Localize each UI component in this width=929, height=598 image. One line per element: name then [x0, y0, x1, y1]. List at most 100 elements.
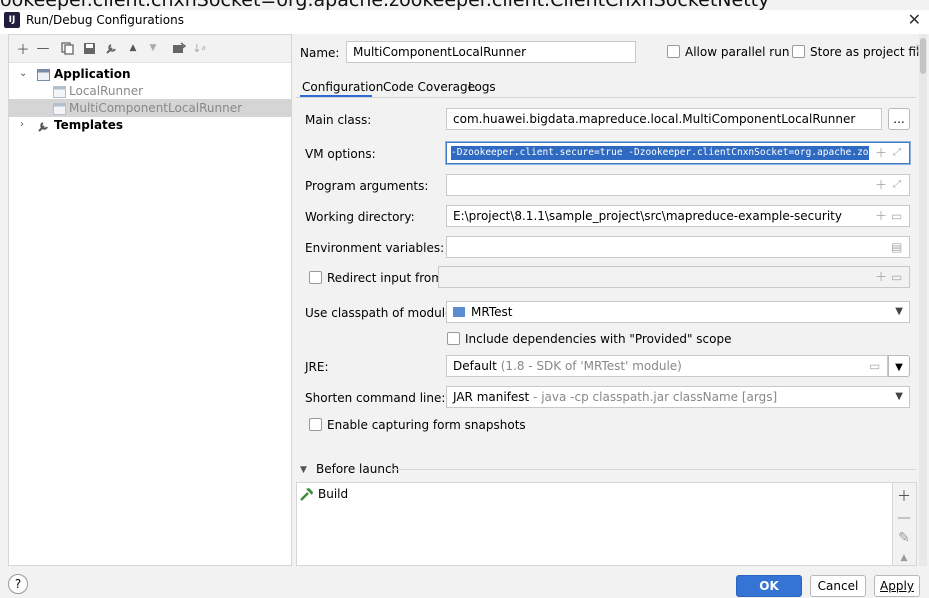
shorten-command-line-value: JAR manifest [453, 390, 530, 404]
name-input[interactable]: MultiComponentLocalRunner [346, 41, 636, 63]
working-directory-input[interactable]: E:\project\8.1.1\sample_project\src\mapr… [446, 205, 910, 227]
before-launch-toolbar: ＋ — ✎ ▲ [893, 482, 917, 566]
edit-templates-wrench-icon[interactable] [103, 40, 119, 56]
working-directory-label: Working directory: [305, 210, 415, 224]
edit-task-pencil-icon[interactable]: ✎ [893, 529, 915, 547]
jre-dropdown-arrow-button[interactable]: ▼ [888, 355, 910, 377]
tree-item-localrunner[interactable]: LocalRunner [9, 82, 291, 100]
name-label: Name: [300, 46, 340, 60]
expand-chevron-icon: ⌄ [19, 68, 28, 79]
tree-group-application[interactable]: ⌄ Application [9, 65, 291, 83]
dialog-root: ookeeper.client.cnxnSocket=org.apache.zo… [0, 0, 929, 598]
working-directory-value: E:\project\8.1.1\sample_project\src\mapr… [453, 209, 842, 223]
classpath-module-value: MRTest [471, 305, 513, 319]
add-icon[interactable]: ＋ [875, 267, 887, 287]
enable-capturing-snapshots-checkbox[interactable] [309, 418, 322, 431]
vertical-scrollbar[interactable] [919, 34, 927, 566]
move-into-folder-icon[interactable] [171, 40, 187, 56]
redirect-input-checkbox[interactable] [309, 271, 322, 284]
folder-icon[interactable]: ▭ [891, 206, 902, 226]
build-task-label: Build [318, 487, 349, 501]
allow-parallel-run-label: Allow parallel run [685, 45, 790, 59]
scrollbar-thumb[interactable] [920, 38, 926, 74]
program-arguments-label: Program arguments: [305, 179, 429, 193]
store-as-project-file-checkbox[interactable] [792, 45, 805, 58]
intellij-app-icon: IJ [4, 12, 20, 28]
ok-button[interactable]: OK [736, 575, 802, 597]
expand-icon[interactable]: ⤢ [893, 175, 901, 195]
tree-toolbar: ＋ — ▲ ▼ ↓ a [9, 35, 291, 63]
remove-configuration-icon[interactable]: — [35, 40, 51, 56]
vm-options-selected-text: -Dzookeeper.client.secure=true -Dzookeep… [451, 146, 869, 160]
before-launch-collapse-icon[interactable]: ▼ [300, 462, 307, 478]
folder-icon[interactable]: ▭ [869, 356, 880, 376]
move-down-icon[interactable]: ▼ [145, 40, 161, 56]
run-config-icon [53, 102, 66, 115]
vm-options-input[interactable]: -Dzookeeper.client.secure=true -Dzookeep… [446, 142, 910, 164]
tab-configuration[interactable]: Configuration [302, 79, 383, 95]
cancel-button[interactable]: Cancel [810, 575, 866, 597]
before-launch-title[interactable]: Before launch [316, 461, 399, 477]
environment-variables-label: Environment variables: [305, 241, 445, 255]
include-provided-label: Include dependencies with "Provided" sco… [465, 332, 732, 346]
add-configuration-icon[interactable]: ＋ [15, 40, 31, 58]
main-class-input[interactable]: com.huawei.bigdata.mapreduce.local.Multi… [446, 108, 882, 130]
apply-button-label: Apply [880, 579, 914, 593]
add-task-icon[interactable]: ＋ [893, 488, 915, 506]
move-up-icon[interactable]: ▲ [125, 40, 141, 56]
main-class-label: Main class: [305, 113, 372, 127]
jre-value-detail: (1.8 - SDK of 'MRTest' module) [500, 359, 682, 373]
program-arguments-input[interactable]: ＋ ⤢ [446, 174, 910, 196]
move-task-up-icon[interactable]: ▲ [893, 549, 915, 567]
tree-item-multicomponentlocalrunner[interactable]: MultiComponentLocalRunner [9, 99, 291, 117]
include-provided-checkbox[interactable] [447, 332, 460, 345]
edit-list-icon[interactable]: ▤ [891, 237, 902, 257]
tabs-divider [296, 97, 916, 98]
before-launch-divider [390, 469, 916, 470]
dropdown-arrow-icon: ▼ [895, 362, 903, 373]
background-clipped-text: ookeeper.client.cnxnSocket=org.apache.zo… [0, 0, 929, 10]
tree-group-templates[interactable]: › Templates [9, 116, 291, 134]
jre-dropdown[interactable]: Default (1.8 - SDK of 'MRTest' module) ▭ [446, 355, 888, 377]
save-configuration-icon[interactable] [81, 40, 97, 56]
tab-code-coverage[interactable]: Code Coverage [383, 79, 475, 95]
title-bar: IJ Run/Debug Configurations ✕ [0, 10, 929, 34]
shorten-command-line-dropdown[interactable]: JAR manifest - java -cp classpath.jar cl… [446, 386, 910, 408]
build-hammer-icon [300, 487, 314, 505]
templates-wrench-icon [37, 119, 50, 132]
shorten-command-line-detail: - java -cp classpath.jar className [args… [533, 390, 778, 404]
shorten-command-line-label: Shorten command line: [305, 391, 446, 405]
apply-button[interactable]: Apply [874, 575, 920, 597]
tab-logs[interactable]: Logs [468, 79, 496, 95]
classpath-module-dropdown[interactable]: MRTest ▼ [446, 301, 910, 323]
copy-configuration-icon[interactable] [59, 40, 75, 56]
collapse-chevron-icon: › [20, 119, 24, 130]
application-folder-icon [37, 68, 50, 81]
module-icon [453, 307, 465, 317]
enable-capturing-snapshots-label: Enable capturing form snapshots [327, 418, 526, 432]
main-class-browse-button[interactable]: ... [888, 108, 910, 130]
jre-value: Default [453, 359, 497, 373]
store-as-project-file-label: Store as project file [810, 45, 927, 59]
tree-label-application: Application [54, 67, 131, 81]
before-launch-tasks-list: Build [296, 482, 893, 566]
tree-label-localrunner: LocalRunner [69, 84, 144, 98]
environment-variables-input[interactable]: ▤ [446, 236, 910, 258]
folder-icon[interactable]: ▭ [891, 267, 902, 287]
add-icon[interactable]: ＋ [875, 175, 887, 195]
add-icon[interactable]: ＋ [875, 206, 887, 226]
help-button[interactable]: ? [8, 574, 28, 594]
allow-parallel-run-checkbox[interactable] [667, 45, 680, 58]
dropdown-arrow-icon: ▼ [895, 391, 903, 402]
add-icon[interactable]: ＋ [875, 143, 887, 163]
vm-options-label: VM options: [305, 147, 376, 161]
redirect-input-label: Redirect input from: [327, 271, 447, 285]
expand-icon[interactable]: ⤢ [893, 143, 901, 163]
redirect-input-field[interactable]: ＋ ▭ [438, 266, 910, 288]
window-title: Run/Debug Configurations [26, 13, 184, 27]
run-config-icon [53, 85, 66, 98]
sort-configurations-icon[interactable]: ↓ a [191, 40, 207, 56]
close-window-icon[interactable]: ✕ [908, 11, 921, 29]
dropdown-arrow-icon: ▼ [895, 306, 903, 317]
remove-task-icon[interactable]: — [893, 509, 915, 527]
